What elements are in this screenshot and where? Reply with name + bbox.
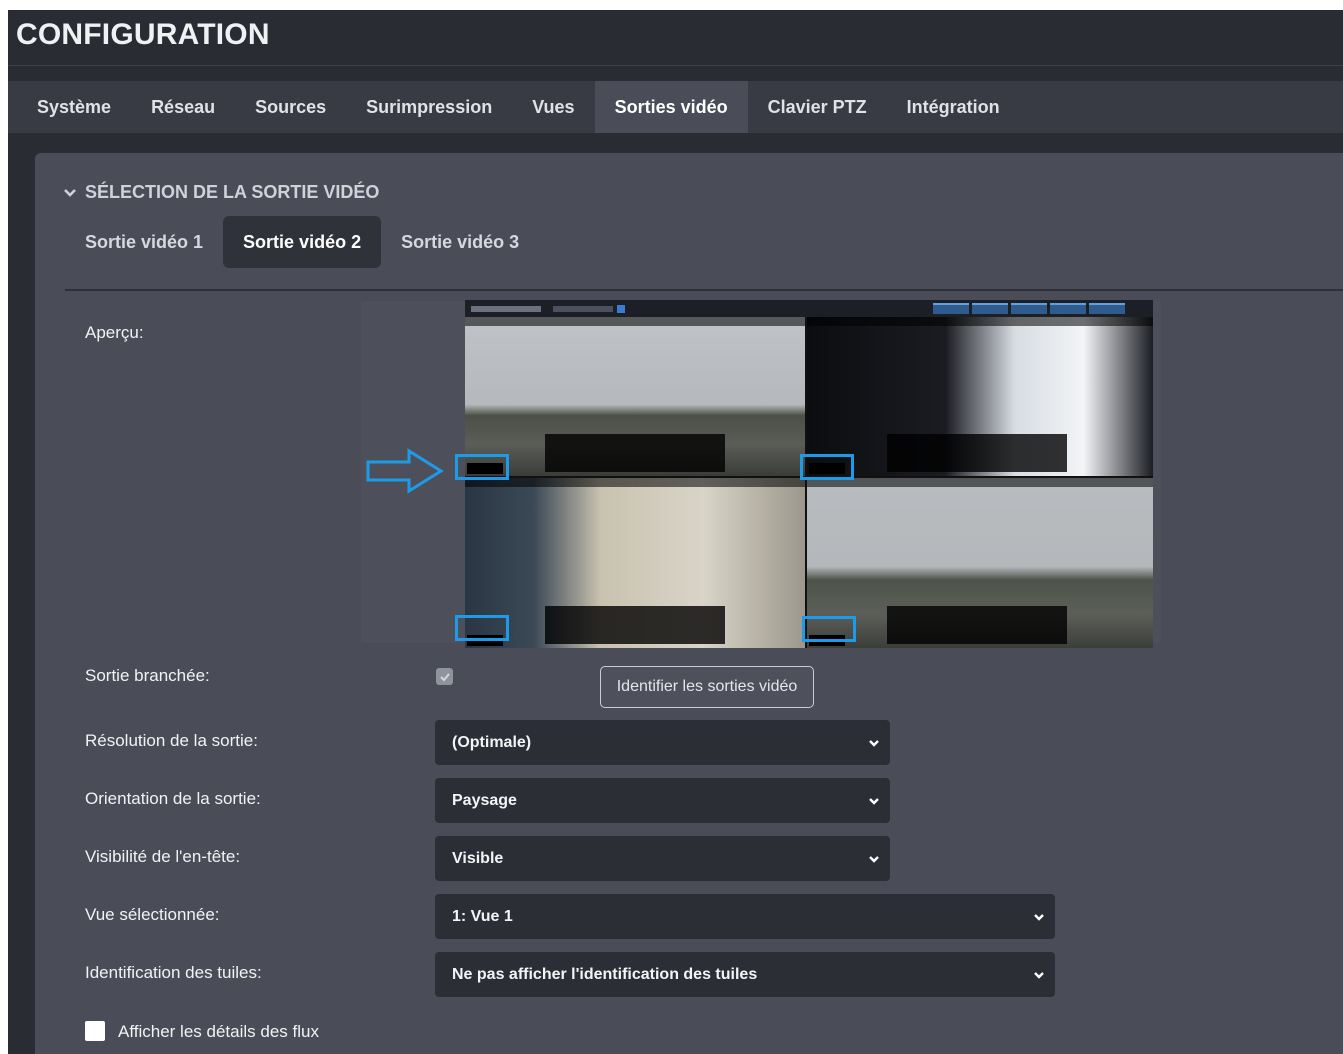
tab-integration[interactable]: Intégration <box>887 81 1020 133</box>
chevron-down-icon <box>869 856 879 863</box>
tab-clavier-ptz[interactable]: Clavier PTZ <box>748 81 887 133</box>
subtab-divider <box>65 289 1343 291</box>
header-visibility-select[interactable]: Visible <box>435 836 890 881</box>
tile-highlight <box>802 616 856 642</box>
preview-tile <box>465 317 805 476</box>
preview-header <box>465 300 1153 317</box>
preview-tile <box>807 317 1153 476</box>
preview-tile <box>807 478 1153 648</box>
stream-details-checkbox[interactable] <box>85 1021 105 1041</box>
orientation-value: Paysage <box>452 792 517 809</box>
resolution-value: (Optimale) <box>452 734 532 751</box>
plugged-checkbox <box>436 668 453 685</box>
chevron-down-icon <box>1034 972 1044 979</box>
preview-label: Aperçu: <box>85 323 144 342</box>
section-toggle[interactable]: SÉLECTION DE LA SORTIE VIDÉO <box>63 182 379 203</box>
configuration-window: CONFIGURATION Système Réseau Sources Sur… <box>8 10 1343 1054</box>
resolution-select[interactable]: (Optimale) <box>435 720 890 765</box>
chevron-down-icon <box>869 798 879 805</box>
tab-sources[interactable]: Sources <box>235 81 346 133</box>
tile-highlight <box>455 454 509 480</box>
tab-sorties-video[interactable]: Sorties vidéo <box>594 81 748 133</box>
subtab-output-3[interactable]: Sortie vidéo 3 <box>381 216 539 268</box>
tile-id-select[interactable]: Ne pas afficher l'identification des tui… <box>435 952 1055 997</box>
tile-highlight <box>800 454 854 480</box>
orientation-select[interactable]: Paysage <box>435 778 890 823</box>
section-title: SÉLECTION DE LA SORTIE VIDÉO <box>85 182 380 202</box>
plugged-label: Sortie branchée: <box>85 666 210 685</box>
tab-surimpression[interactable]: Surimpression <box>346 81 512 133</box>
tile-id-value: Ne pas afficher l'identification des tui… <box>452 966 758 983</box>
resolution-label: Résolution de la sortie: <box>85 731 258 750</box>
selected-view-select[interactable]: 1: Vue 1 <box>435 894 1055 939</box>
tab-systeme[interactable]: Système <box>8 81 131 133</box>
tile-id-label: Identification des tuiles: <box>85 963 262 982</box>
orientation-label: Orientation de la sortie: <box>85 789 261 808</box>
subtab-output-1[interactable]: Sortie vidéo 1 <box>65 216 223 268</box>
pointer-arrow-icon <box>366 448 444 494</box>
page-title: CONFIGURATION <box>16 18 270 51</box>
selected-view-value: 1: Vue 1 <box>452 908 513 925</box>
header-visibility-value: Visible <box>452 850 504 867</box>
tile-highlight <box>455 615 509 641</box>
selected-view-label: Vue sélectionnée: <box>85 905 220 924</box>
output-subtabs: Sortie vidéo 1 Sortie vidéo 2 Sortie vid… <box>65 216 539 268</box>
title-divider <box>8 65 1343 66</box>
main-tabs: Système Réseau Sources Surimpression Vue… <box>8 81 1343 133</box>
chevron-down-icon <box>64 188 76 197</box>
chevron-down-icon <box>869 740 879 747</box>
tab-vues[interactable]: Vues <box>512 81 594 133</box>
subtab-output-2[interactable]: Sortie vidéo 2 <box>223 216 382 268</box>
check-icon <box>439 672 450 681</box>
header-visibility-label: Visibilité de l'en-tête: <box>85 847 241 866</box>
tab-reseau[interactable]: Réseau <box>131 81 235 133</box>
preview-tile <box>465 478 805 648</box>
video-output-panel: SÉLECTION DE LA SORTIE VIDÉO Sortie vidé… <box>35 153 1343 1054</box>
identify-outputs-button[interactable]: Identifier les sorties vidéo <box>600 666 814 708</box>
chevron-down-icon <box>1034 914 1044 921</box>
stream-details-label: Afficher les détails des flux <box>118 1022 319 1041</box>
